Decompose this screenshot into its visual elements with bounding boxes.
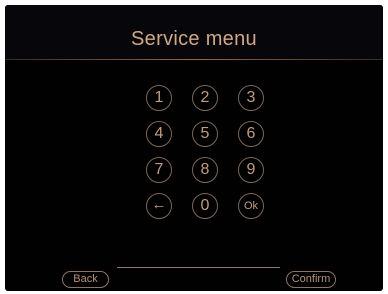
key-9-button[interactable]: 9 bbox=[238, 157, 264, 183]
key-1-button[interactable]: 1 bbox=[146, 85, 172, 111]
key-5-button[interactable]: 5 bbox=[192, 121, 218, 147]
confirm-button[interactable]: Confirm bbox=[286, 271, 336, 288]
footer-divider bbox=[117, 267, 280, 268]
key-2-button[interactable]: 2 bbox=[192, 85, 218, 111]
key-3-button[interactable]: 3 bbox=[238, 85, 264, 111]
back-button[interactable]: Back bbox=[62, 271, 109, 288]
title-bar: Service menu bbox=[5, 5, 383, 59]
key-8-button[interactable]: 8 bbox=[192, 157, 218, 183]
key-7-button[interactable]: 7 bbox=[146, 157, 172, 183]
numeric-keypad: 1 2 3 4 5 6 7 8 9 ← 0 Ok bbox=[143, 82, 264, 220]
key-6-button[interactable]: 6 bbox=[238, 121, 264, 147]
service-menu-screen: Service menu 1 2 3 4 5 6 7 8 9 ← 0 Ok Ba… bbox=[5, 5, 383, 291]
key-ok-button[interactable]: Ok bbox=[238, 193, 264, 219]
page-title: Service menu bbox=[131, 28, 257, 50]
backspace-arrow-icon[interactable]: ← bbox=[146, 193, 172, 219]
key-4-button[interactable]: 4 bbox=[146, 121, 172, 147]
key-0-button[interactable]: 0 bbox=[192, 193, 218, 219]
title-divider bbox=[5, 59, 383, 60]
